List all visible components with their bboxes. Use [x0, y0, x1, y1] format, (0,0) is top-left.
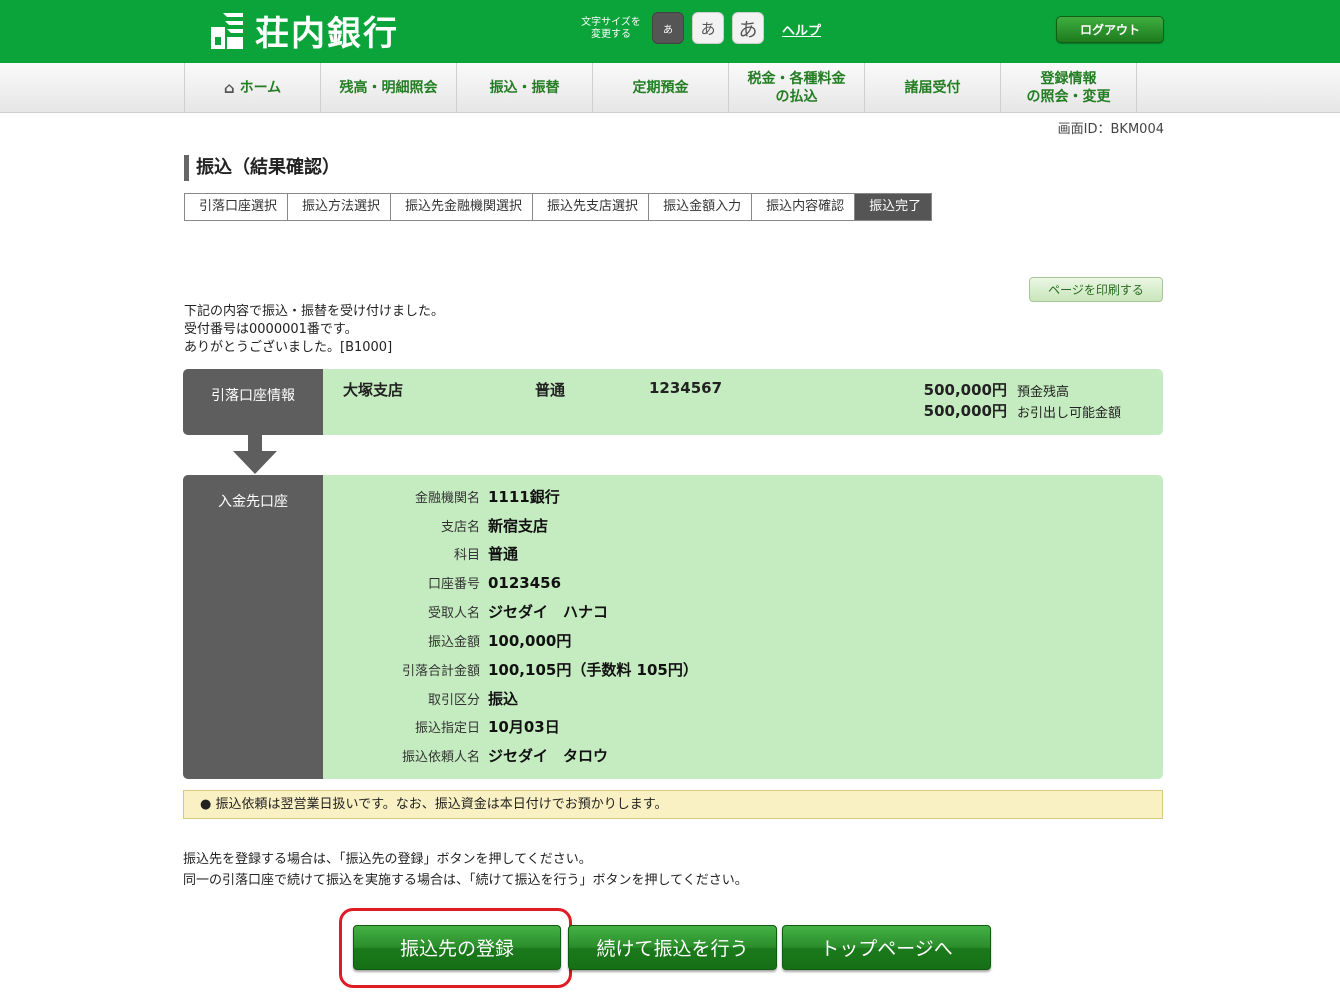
detail-row: 受取人名 ジセダイ ハナコ [323, 597, 608, 626]
source-available-label: お引出し可能金額 [1017, 406, 1122, 421]
detail-key: 振込依頼人名 [401, 750, 480, 765]
screen-id: 画面ID：BKM004 [1057, 122, 1164, 137]
destination-account-panel: 入金先口座 金融機関名 1111銀行 支店名 新宿支店 科目 普通 口座番号 01234… [183, 475, 1163, 779]
main-nav: ⌂ ホーム 残高・明細照会 振込・振替 定期預金 税金・各種料金 の払込 諸届受付… [0, 63, 1340, 113]
source-balance: 500,000円 [923, 381, 1007, 399]
help-link[interactable]: ヘルプ [782, 20, 821, 39]
register-payee-button[interactable]: 振込先の登録 [353, 925, 561, 970]
nav-item-balance[interactable]: 残高・明細照会 [321, 63, 457, 113]
detail-row: 振込指定日 10月03日 [323, 712, 560, 741]
detail-key: 受取人名 [427, 606, 480, 621]
nav-item-transfer[interactable]: 振込・振替 [457, 63, 593, 113]
source-account-number: 1234567 [649, 379, 723, 397]
font-size-medium-button[interactable]: あ [692, 12, 724, 44]
source-account-label: 引落口座情報 [183, 369, 323, 435]
header-bar: 荘内銀行 文字サイズを 変更する あ あ あ ヘルプ ログアウト [0, 0, 1340, 63]
detail-row: 支店名 新宿支店 [323, 511, 548, 540]
source-account-panel: 引落口座情報 大塚支店 普通 1234567 500,000円 預金残高 500… [183, 369, 1163, 435]
result-message-line: 下記の内容で振込・振替を受け付けました。 [184, 304, 445, 319]
result-message: 下記の内容で振込・振替を受け付けました。 受付番号は0000001番です。 あり… [184, 303, 444, 357]
detail-value: 10月03日 [488, 718, 560, 736]
step-item: 引落口座選択 [185, 194, 289, 220]
destination-account-label: 入金先口座 [183, 475, 323, 779]
nav-item-home[interactable]: ⌂ ホーム [185, 63, 321, 113]
print-page-button[interactable]: ページを印刷する [1029, 277, 1163, 302]
step-item: 振込方法選択 [288, 194, 392, 220]
detail-key: 振込金額 [427, 635, 480, 650]
detail-value: 100,105円（手数料 105円） [488, 661, 698, 679]
nav-item-label: ホーム [239, 80, 282, 96]
detail-value: ジセダイ タロウ [488, 747, 609, 765]
notice-box: ● 振込依頼は翌営業日扱いです。なお、振込資金は本日付けでお預かりします。 [183, 790, 1163, 819]
home-icon: ⌂ [223, 79, 235, 97]
detail-value: 新宿支店 [488, 517, 549, 535]
top-page-button[interactable]: トップページへ [782, 925, 991, 970]
bank-logo[interactable]: 荘内銀行 [207, 8, 399, 54]
detail-value: ジセダイ ハナコ [488, 603, 609, 621]
detail-row: 引落合計金額 100,105円（手数料 105円） [323, 655, 698, 684]
detail-row: 振込金額 100,000円 [323, 626, 571, 655]
logout-button[interactable]: ログアウト [1056, 16, 1164, 43]
guide-text: 振込先を登録する場合は、「振込先の登録」ボタンを押してください。 同一の引落口座… [183, 849, 748, 891]
font-size-large-button[interactable]: あ [732, 12, 764, 44]
detail-row: 科目 普通 [323, 539, 518, 568]
step-item: 振込金額入力 [649, 194, 753, 220]
step-item: 振込先支店選択 [533, 194, 650, 220]
step-item: 振込先金融機関選択 [391, 194, 534, 220]
receipt-number: 受付番号は0000001番です。 [184, 322, 358, 337]
font-size-label: 文字サイズを 変更する [581, 17, 641, 40]
down-arrow-icon-head [233, 451, 277, 474]
result-message-line: ありがとうございました。[B1000] [184, 340, 393, 355]
source-branch: 大塚支店 [343, 381, 404, 399]
detail-row: 金融機関名 1111銀行 [323, 482, 560, 511]
detail-key: 支店名 [440, 520, 480, 535]
source-available: 500,000円 [923, 402, 1007, 420]
detail-key: 取引区分 [427, 693, 480, 708]
guide-line: 振込先を登録する場合は、「振込先の登録」ボタンを押してください。 [183, 852, 592, 867]
detail-value: 100,000円 [488, 632, 572, 650]
bank-name: 荘内銀行 [255, 13, 399, 54]
nav-item-time-deposit[interactable]: 定期預金 [593, 63, 729, 113]
detail-row: 口座番号 0123456 [323, 568, 561, 597]
guide-line: 同一の引落口座で続けて振込を実施する場合は、「続けて振込を行う」ボタンを押してく… [183, 873, 748, 888]
nav-item-tax-payment[interactable]: 税金・各種料金 の払込 [729, 63, 865, 113]
page-title: 振込（結果確認） [184, 155, 340, 181]
detail-key: 口座番号 [427, 577, 480, 592]
detail-key: 振込指定日 [414, 721, 480, 736]
detail-value: 1111銀行 [488, 488, 560, 506]
nav-item-applications[interactable]: 諸届受付 [865, 63, 1001, 113]
step-item: 振込内容確認 [752, 194, 856, 220]
continue-transfer-button[interactable]: 続けて振込を行う [568, 925, 777, 970]
detail-value: 普通 [488, 545, 519, 563]
detail-row: 振込依頼人名 ジセダイ タロウ [323, 741, 608, 770]
down-arrow-icon [248, 435, 262, 451]
detail-key: 科目 [453, 548, 480, 563]
step-item-current: 振込完了 [855, 194, 932, 220]
detail-key: 引落合計金額 [401, 664, 480, 679]
detail-value: 0123456 [488, 573, 562, 592]
detail-key: 金融機関名 [414, 491, 480, 506]
progress-steps: 引落口座選択 振込方法選択 振込先金融機関選択 振込先支店選択 振込金額入力 振… [184, 193, 933, 221]
font-size-small-button[interactable]: あ [652, 12, 684, 44]
source-account-type: 普通 [535, 381, 566, 399]
source-balance-label: 預金残高 [1017, 385, 1070, 400]
bank-logo-icon [207, 9, 247, 51]
detail-row: 取引区分 振込 [323, 684, 518, 713]
nav-item-registration-info[interactable]: 登録情報 の照会・変更 [1001, 63, 1137, 113]
detail-value: 振込 [488, 690, 519, 708]
